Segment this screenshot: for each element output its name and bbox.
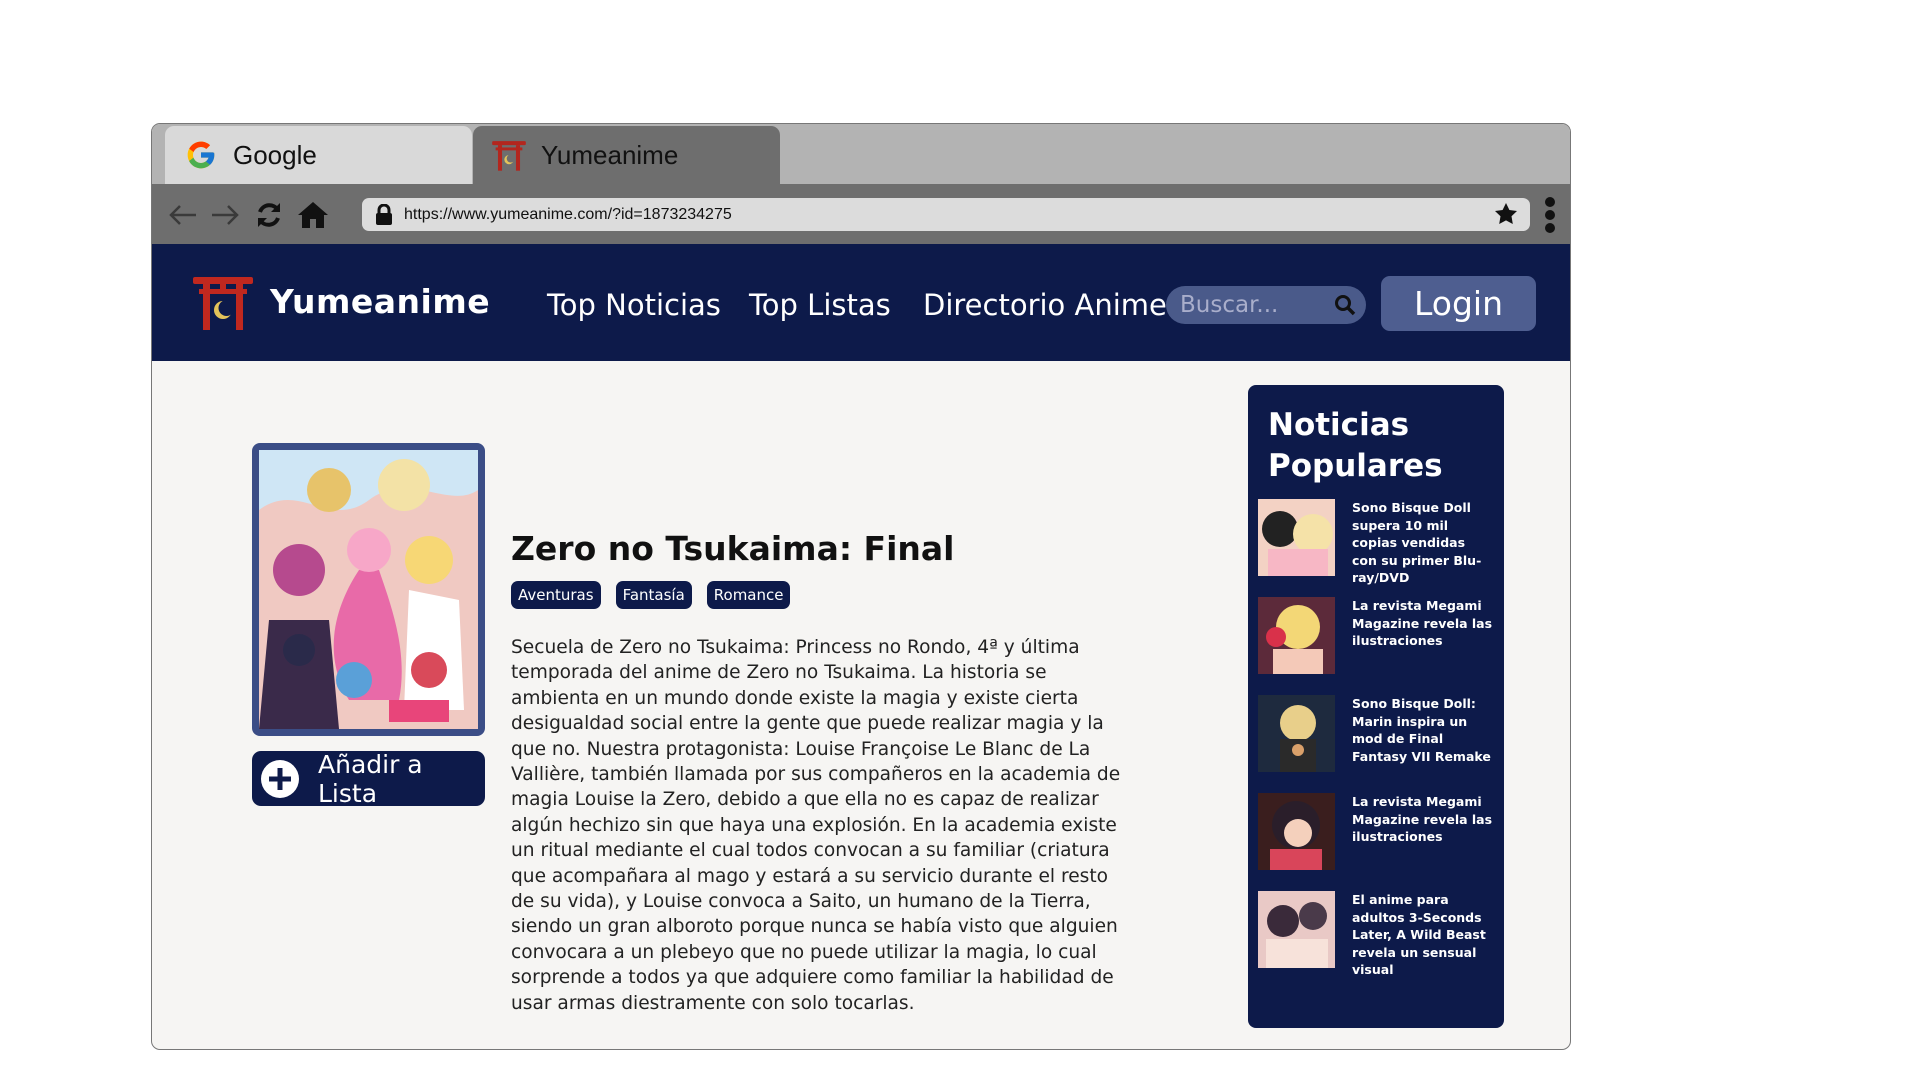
sidebar-title: Noticias Populares xyxy=(1268,407,1443,484)
torii-logo-icon[interactable] xyxy=(192,274,254,330)
back-arrow-icon[interactable] xyxy=(166,198,200,232)
news-thumbnail xyxy=(1258,695,1335,772)
url-text: https://www.yumeanime.com/?id=1873234275 xyxy=(404,205,732,223)
torii-icon xyxy=(491,137,527,173)
news-thumbnail xyxy=(1258,793,1335,870)
news-item[interactable]: El anime para adultos 3-Seconds Later, A… xyxy=(1258,891,1494,989)
news-headline: La revista Megami Magazine revela las il… xyxy=(1352,598,1493,648)
search-input[interactable] xyxy=(1180,292,1330,318)
site-header: Yumeanime Top Noticias Top Listas Direct… xyxy=(152,244,1570,361)
reload-icon[interactable] xyxy=(252,198,286,232)
tab-yumeanime[interactable]: Yumeanime xyxy=(473,126,780,184)
add-to-list-button[interactable]: Añadir a Lista xyxy=(252,749,485,808)
news-item[interactable]: Sono Bisque Doll supera 10 mil copias ve… xyxy=(1258,499,1494,597)
news-item[interactable]: La revista Megami Magazine revela las il… xyxy=(1258,597,1494,695)
add-to-list-label: Añadir a Lista xyxy=(318,749,423,808)
news-thumbnail xyxy=(1258,499,1335,576)
anime-title: Zero no Tsukaima: Final xyxy=(511,529,955,568)
tab-google-label: Google xyxy=(233,139,317,170)
address-bar[interactable]: https://www.yumeanime.com/?id=1873234275 xyxy=(362,198,1530,231)
search-box xyxy=(1166,286,1366,324)
genre-tags: Aventuras Fantasía Romance xyxy=(511,581,791,609)
tab-yumeanime-label: Yumeanime xyxy=(541,139,679,170)
browser-window: Google Yumeanime https://www.yumeanime.c… xyxy=(151,123,1571,1050)
news-headline: Sono Bisque Doll: Marin inspira un mod d… xyxy=(1352,696,1491,764)
news-item[interactable]: Sono Bisque Doll: Marin inspira un mod d… xyxy=(1258,695,1494,793)
news-headline: El anime para adultos 3-Seconds Later, A… xyxy=(1352,892,1486,977)
bookmark-star-icon[interactable] xyxy=(1494,202,1518,226)
search-icon[interactable] xyxy=(1334,294,1356,316)
news-thumbnail xyxy=(1258,891,1335,968)
google-icon xyxy=(183,137,219,173)
forward-arrow-icon[interactable] xyxy=(208,198,242,232)
news-item[interactable]: La revista Megami Magazine revela las il… xyxy=(1258,793,1494,891)
browser-toolbar: https://www.yumeanime.com/?id=1873234275 xyxy=(152,184,1570,244)
genre-tag[interactable]: Romance xyxy=(706,581,791,609)
main-content: Añadir a Lista Zero no Tsukaima: Final A… xyxy=(152,361,1570,1049)
genre-tag[interactable]: Aventuras xyxy=(511,581,601,609)
lock-icon xyxy=(374,203,394,226)
anime-cover-image xyxy=(252,443,485,736)
brand-name[interactable]: Yumeanime xyxy=(270,282,490,321)
plus-circle-icon xyxy=(260,759,300,799)
news-headline: Sono Bisque Doll supera 10 mil copias ve… xyxy=(1352,500,1482,585)
nav-top-listas[interactable]: Top Listas xyxy=(749,288,891,322)
home-icon[interactable] xyxy=(296,198,330,232)
more-menu-icon[interactable] xyxy=(1544,196,1556,234)
news-headline: La revista Megami Magazine revela las il… xyxy=(1352,794,1493,844)
tab-google[interactable]: Google xyxy=(165,126,472,184)
login-button[interactable]: Login xyxy=(1381,276,1536,331)
tab-strip: Google Yumeanime xyxy=(152,124,1570,184)
nav-directorio-anime[interactable]: Directorio Anime xyxy=(923,288,1167,322)
nav-top-noticias[interactable]: Top Noticias xyxy=(547,288,721,322)
news-thumbnail xyxy=(1258,597,1335,674)
popular-news-sidebar: Noticias Populares Sono Bisque Doll supe… xyxy=(1248,385,1504,1028)
anime-synopsis: Secuela de Zero no Tsukaima: Princess no… xyxy=(511,637,1121,1014)
genre-tag[interactable]: Fantasía xyxy=(615,581,692,609)
